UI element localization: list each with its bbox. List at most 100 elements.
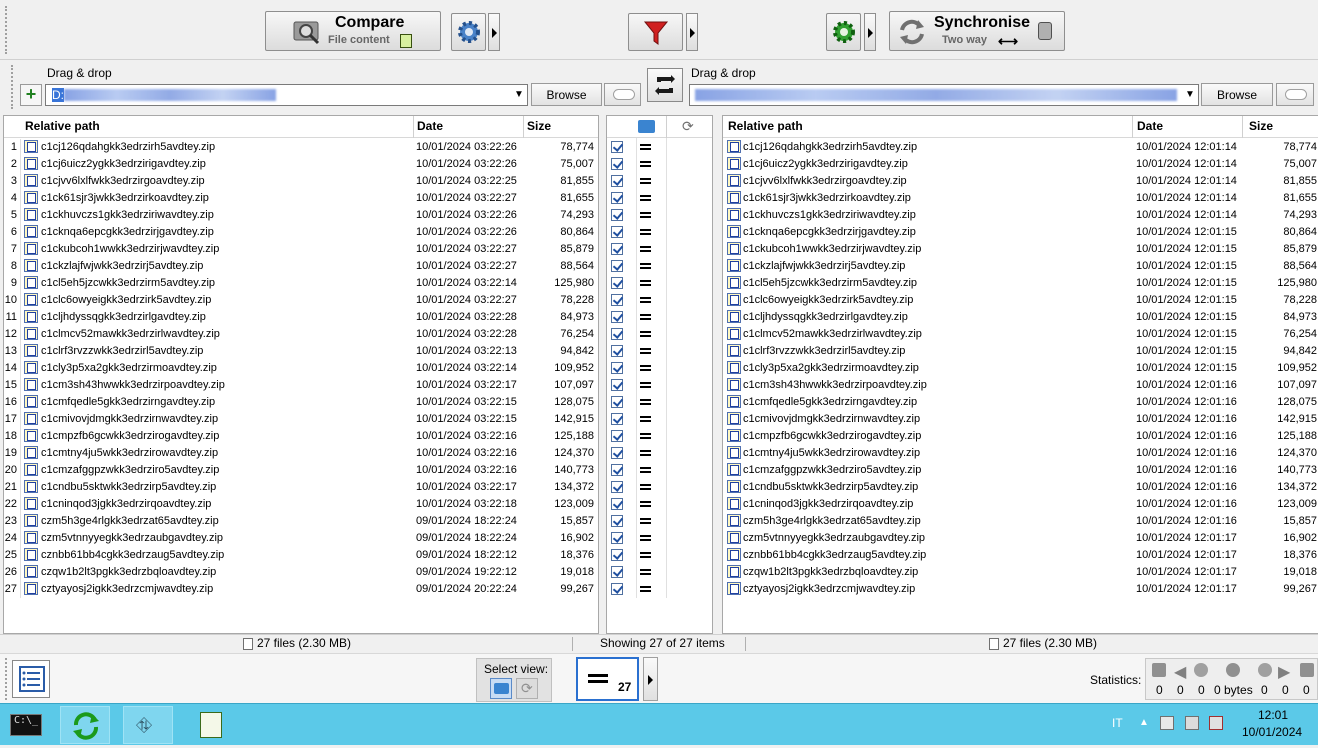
swap-sides-button[interactable]	[647, 68, 683, 102]
include-checkbox[interactable]	[611, 260, 623, 272]
equal-filter-button[interactable]: 27	[576, 657, 639, 701]
column-header-size[interactable]: Size	[1249, 119, 1273, 133]
table-row[interactable]: c1cjvv6lxlfwkk3edrzirgoavdtey.zip 10/01/2…	[723, 173, 1318, 190]
table-row[interactable]: c1clc6owyeigkk3edrzirk5avdtey.zip 10/01/2…	[723, 292, 1318, 309]
table-row[interactable]: c1cljhdyssqgkk3edrzirlgavdtey.zip 10/01/2…	[723, 309, 1318, 326]
table-row[interactable]: c1cmzafggpzwkk3edrziro5avdtey.zip 10/01/2…	[723, 462, 1318, 479]
include-checkbox[interactable]	[611, 328, 623, 340]
table-row[interactable]: 25 cznbb61bb4cgkk3edrzaug5avdtey.zip 09/01…	[4, 547, 598, 564]
action-row[interactable]	[607, 547, 712, 564]
column-header-date[interactable]: Date	[417, 119, 443, 133]
include-checkbox[interactable]	[611, 345, 623, 357]
column-header-size[interactable]: Size	[527, 119, 551, 133]
table-row[interactable]: czm5h3ge4rlgkk3edrzat65avdtey.zip 10/01/2…	[723, 513, 1318, 530]
table-row[interactable]: c1cndbu5sktwkk3edrzirp5avdtey.zip 10/01/2…	[723, 479, 1318, 496]
compare-settings-button[interactable]	[451, 13, 486, 51]
include-checkbox[interactable]	[611, 209, 623, 221]
synchronise-button[interactable]: Synchronise Two way ⟷	[889, 11, 1065, 51]
include-checkbox[interactable]	[611, 549, 623, 561]
column-separator[interactable]	[523, 116, 524, 138]
right-browse-button[interactable]: Browse	[1201, 83, 1273, 106]
table-row[interactable]: c1cmtny4ju5wkk3edrzirowavdtey.zip 10/01/2…	[723, 445, 1318, 462]
include-checkbox[interactable]	[611, 277, 623, 289]
include-checkbox[interactable]	[611, 481, 623, 493]
action-row[interactable]	[607, 258, 712, 275]
table-row[interactable]: c1cly3p5xa2gkk3edrzirmoavdtey.zip 10/01/2…	[723, 360, 1318, 377]
column-header-relative-path[interactable]: Relative path	[728, 119, 803, 133]
table-row[interactable]: c1cknqa6epcgkk3edrzirjgavdtey.zip 10/01/2…	[723, 224, 1318, 241]
table-row[interactable]: 12 c1clmcv52mawkk3edrzirlwavdtey.zip 10/01…	[4, 326, 598, 343]
table-row[interactable]: c1cmfqedle5gkk3edrzirngavdtey.zip 10/01/2…	[723, 394, 1318, 411]
folder-grip[interactable]	[11, 65, 14, 109]
action-row[interactable]	[607, 309, 712, 326]
action-row[interactable]	[607, 275, 712, 292]
table-row[interactable]: czm5vtnnyyegkk3edrzaubgavdtey.zip 10/01/2…	[723, 530, 1318, 547]
table-row[interactable]: 17 c1cmivovjdmgkk3edrzirnwavdtey.zip 10/01…	[4, 411, 598, 428]
language-indicator[interactable]: IT	[1112, 716, 1123, 730]
table-row[interactable]: 27 cztyayosj2igkk3edrzcmjwavdtey.zip 09/01…	[4, 581, 598, 598]
include-checkbox[interactable]	[611, 464, 623, 476]
bottom-grip[interactable]	[5, 658, 8, 700]
table-row[interactable]: cztyayosj2igkk3edrzcmjwavdtey.zip 10/01/2…	[723, 581, 1318, 598]
tray-volume-muted-icon[interactable]	[1209, 716, 1223, 730]
table-row[interactable]: 14 c1cly3p5xa2gkk3edrzirmoavdtey.zip 10/01…	[4, 360, 598, 377]
table-row[interactable]: c1cj126qdahgkk3edrzirh5avdtey.zip 10/01/2…	[723, 139, 1318, 156]
table-row[interactable]: 20 c1cmzafggpzwkk3edrziro5avdtey.zip 10/01…	[4, 462, 598, 479]
config-list-button[interactable]	[12, 660, 50, 698]
table-row[interactable]: 9 c1cl5eh5jzcwkk3edrzirm5avdtey.zip 10/01/…	[4, 275, 598, 292]
table-row[interactable]: c1cninqod3jgkk3edrzirqoavdtey.zip 10/01/2…	[723, 496, 1318, 513]
taskbar-cmd[interactable]: C:\_	[1, 706, 51, 744]
include-checkbox[interactable]	[611, 379, 623, 391]
action-row[interactable]	[607, 224, 712, 241]
table-row[interactable]: 1 c1cj126qdahgkk3edrzirh5avdtey.zip 10/01/…	[4, 139, 598, 156]
table-row[interactable]: 2 c1cj6uicz2ygkk3edrzirigavdtey.zip 10/01/…	[4, 156, 598, 173]
table-row[interactable]: 23 czm5h3ge4rlgkk3edrzat65avdtey.zip 09/01…	[4, 513, 598, 530]
table-row[interactable]: c1cmpzfb6gcwkk3edrzirogavdtey.zip 10/01/2…	[723, 428, 1318, 445]
table-row[interactable]: 6 c1cknqa6epcgkk3edrzirjgavdtey.zip 10/01/…	[4, 224, 598, 241]
action-row[interactable]	[607, 496, 712, 513]
table-row[interactable]: cznbb61bb4cgkk3edrzaug5avdtey.zip 10/01/2…	[723, 547, 1318, 564]
table-row[interactable]: 18 c1cmpzfb6gcwkk3edrzirogavdtey.zip 10/01…	[4, 428, 598, 445]
add-folder-pair-button[interactable]: +	[20, 84, 42, 106]
view-sync-button[interactable]: ⟳	[516, 678, 538, 699]
left-browse-button[interactable]: Browse	[531, 83, 602, 106]
chevron-down-icon[interactable]: ▼	[514, 89, 524, 100]
include-checkbox[interactable]	[611, 362, 623, 374]
view-compare-button[interactable]	[490, 678, 512, 699]
table-row[interactable]: c1ckzlajfwjwkk3edrzirj5avdtey.zip 10/01/2…	[723, 258, 1318, 275]
include-checkbox[interactable]	[611, 498, 623, 510]
action-row[interactable]	[607, 411, 712, 428]
tray-expand-icon[interactable]: ▲	[1139, 717, 1149, 728]
table-row[interactable]: c1ckhuvczs1gkk3edrziriwavdtey.zip 10/01/2…	[723, 207, 1318, 224]
table-row[interactable]: 21 c1cndbu5sktwkk3edrzirp5avdtey.zip 10/01…	[4, 479, 598, 496]
column-header-relative-path[interactable]: Relative path	[25, 119, 100, 133]
table-row[interactable]: 5 c1ckhuvczs1gkk3edrziriwavdtey.zip 10/01/…	[4, 207, 598, 224]
middle-action-grid[interactable]: ⟳	[606, 115, 713, 634]
include-checkbox[interactable]	[611, 532, 623, 544]
taskbar-freefilesync[interactable]	[60, 706, 110, 744]
table-row[interactable]: 7 c1ckubcoh1wwkk3edrzirjwavdtey.zip 10/01/…	[4, 241, 598, 258]
table-row[interactable]: 4 c1ck61sjr3jwkk3edrzirkoavdtey.zip 10/01/…	[4, 190, 598, 207]
column-header-date[interactable]: Date	[1137, 119, 1163, 133]
include-checkbox[interactable]	[611, 515, 623, 527]
toolbar-grip[interactable]	[5, 6, 8, 54]
action-row[interactable]	[607, 343, 712, 360]
filter-dropdown-arrow[interactable]	[686, 13, 698, 51]
sync-direction-icon[interactable]: ⟳	[682, 118, 694, 135]
column-separator[interactable]	[413, 116, 414, 138]
column-separator[interactable]	[1242, 116, 1243, 138]
table-row[interactable]: 11 c1cljhdyssqgkk3edrzirlgavdtey.zip 10/01…	[4, 309, 598, 326]
sync-settings-button[interactable]	[826, 13, 861, 51]
right-cloud-button[interactable]	[1276, 83, 1314, 106]
column-separator[interactable]	[1132, 116, 1133, 138]
table-row[interactable]: c1ckubcoh1wwkk3edrzirjwavdtey.zip 10/01/2…	[723, 241, 1318, 258]
table-row[interactable]: 8 c1ckzlajfwjwkk3edrzirj5avdtey.zip 10/01/…	[4, 258, 598, 275]
table-row[interactable]: c1clrf3rvzzwkk3edrzirl5avdtey.zip 10/01/2…	[723, 343, 1318, 360]
camera-icon[interactable]	[638, 120, 655, 133]
table-row[interactable]: c1cj6uicz2ygkk3edrzirigavdtey.zip 10/01/2…	[723, 156, 1318, 173]
action-row[interactable]	[607, 479, 712, 496]
action-row[interactable]	[607, 190, 712, 207]
table-row[interactable]: 13 c1clrf3rvzzwkk3edrzirl5avdtey.zip 10/01…	[4, 343, 598, 360]
include-checkbox[interactable]	[611, 175, 623, 187]
action-row[interactable]	[607, 139, 712, 156]
